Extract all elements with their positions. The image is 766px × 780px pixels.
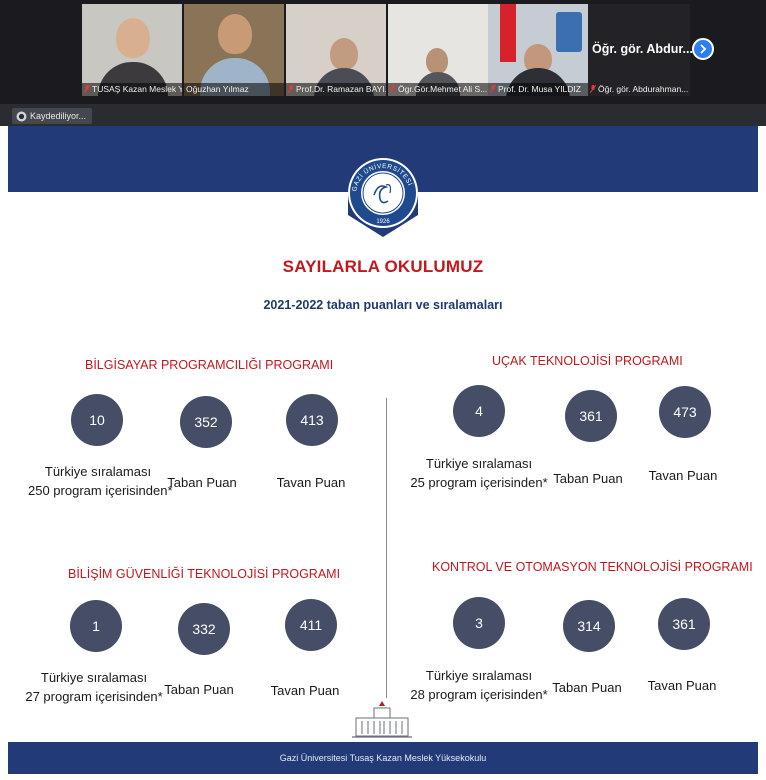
participant-name: Oğuzhan Yılmaz	[184, 83, 284, 96]
rank-circle: 4	[453, 385, 505, 437]
participant-tile[interactable]: Prof.Dr. Ramazan BAYI...	[286, 4, 386, 96]
rank-label: Türkiye sıralaması 25 program içerisinde…	[410, 456, 548, 490]
next-participants-button[interactable]	[692, 38, 714, 60]
program-title: UÇAK TEKNOLOJİSİ PROGRAMI	[492, 354, 683, 368]
rank-label: Türkiye sıralaması 250 program içerisind…	[28, 464, 173, 498]
recording-indicator[interactable]: Kaydediliyor...	[12, 108, 93, 124]
top-score-circle: 473	[659, 386, 711, 438]
column-divider	[386, 398, 387, 698]
base-score-label: Taban Puan	[553, 471, 623, 486]
participant-tile[interactable]: TUSAŞ Kazan Meslek Y...	[82, 4, 182, 96]
participant-name: Öğr. gör. Abdurahman...	[588, 83, 690, 96]
top-score-label: Tavan Puan	[647, 678, 717, 693]
slide-subtitle: 2021-2022 taban puanları ve sıralamaları	[263, 298, 503, 312]
participant-name: Prof. Dr. Musa YILDIZ	[488, 83, 588, 96]
rank-label: Türkiye sıralaması 28 program içerisinde…	[410, 668, 548, 702]
active-speaker-tile[interactable]: Öğr. gör. Abdur... Öğr. gör. Abdurahman.…	[588, 4, 693, 96]
logo-year: 1926	[376, 219, 390, 225]
base-score-label: Taban Puan	[164, 682, 234, 697]
university-building-icon	[350, 700, 414, 740]
rank-circle: 10	[71, 394, 123, 446]
recording-label: Kaydediliyor...	[30, 111, 87, 121]
program-title: KONTROL VE OTOMASYON TEKNOLOJİSİ PROGRAM…	[432, 560, 753, 574]
participant-name: TUSAŞ Kazan Meslek Y...	[82, 83, 182, 96]
base-score-label: Taban Puan	[552, 680, 622, 695]
participant-face	[426, 48, 448, 74]
rank-label: Türkiye sıralaması 27 program içerisinde…	[25, 670, 163, 704]
top-score-label: Tavan Puan	[270, 683, 340, 698]
turkish-flag	[500, 4, 516, 62]
recording-bar	[0, 104, 766, 126]
participant-tile[interactable]: Prof. Dr. Musa YILDIZ	[488, 4, 588, 96]
mic-muted-icon	[590, 85, 596, 93]
participant-tile[interactable]: Ögr.Gör.Mehmet Ali S...	[388, 4, 488, 96]
rank-circle: 1	[70, 600, 122, 652]
top-score-circle: 361	[658, 598, 710, 650]
participant-strip: TUSAŞ Kazan Meslek Y... Oğuzhan Yılmaz P…	[0, 0, 766, 104]
program-title: BİLGİSAYAR PROGRAMCILIĞI PROGRAMI	[85, 358, 334, 372]
mic-muted-icon	[288, 85, 294, 93]
top-score-circle: 413	[286, 394, 338, 446]
chevron-right-icon	[700, 44, 707, 54]
base-score-circle: 332	[178, 603, 230, 655]
top-score-label: Tavan Puan	[648, 468, 718, 483]
mic-muted-icon	[390, 85, 396, 93]
participant-name: Prof.Dr. Ramazan BAYI...	[286, 83, 386, 96]
participant-face	[330, 38, 358, 70]
recording-icon	[16, 111, 27, 121]
mic-muted-icon	[84, 85, 90, 93]
participant-face	[218, 14, 252, 54]
rank-circle: 3	[453, 597, 505, 649]
top-score-circle: 411	[285, 599, 337, 651]
base-score-circle: 361	[565, 390, 617, 442]
mic-muted-icon	[490, 85, 496, 93]
base-score-circle: 352	[180, 396, 232, 448]
participant-name: Ögr.Gör.Mehmet Ali S...	[388, 83, 488, 96]
program-title: BİLİŞİM GÜVENLİĞİ TEKNOLOJİSİ PROGRAMI	[68, 567, 341, 581]
slide-title: SAYILARLA OKULUMUZ	[282, 257, 484, 276]
university-flag	[556, 12, 582, 52]
base-score-circle: 314	[563, 600, 615, 652]
participant-face	[116, 18, 150, 58]
participant-tile[interactable]: Oğuzhan Yılmaz	[184, 4, 284, 96]
gazi-university-logo: GAZİ ÜNİVERSİTESİ 1926	[344, 135, 422, 241]
slide-footer: Gazi Üniversitesi Tusaş Kazan Meslek Yük…	[8, 742, 758, 774]
active-speaker-name: Öğr. gör. Abdur...	[592, 42, 693, 56]
base-score-label: Taban Puan	[167, 475, 237, 490]
top-score-label: Tavan Puan	[276, 475, 346, 490]
